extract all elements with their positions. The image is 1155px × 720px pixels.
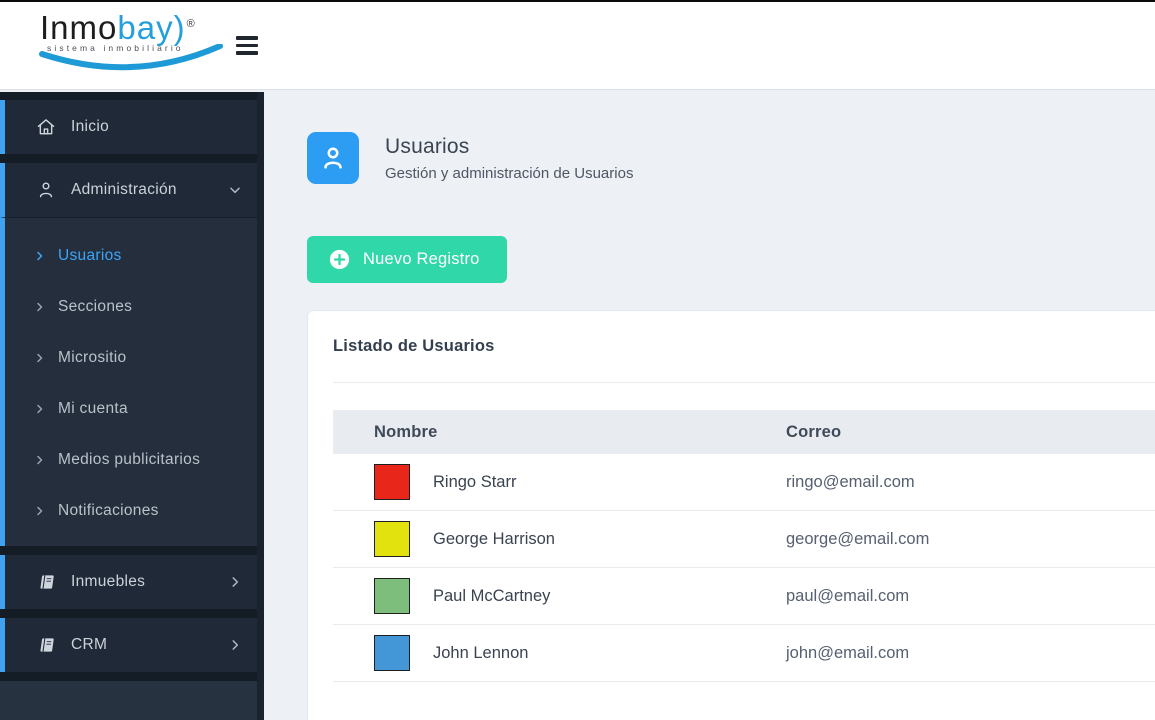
user-email: paul@email.com: [778, 567, 1155, 625]
sidebar-item-crm[interactable]: CRM: [5, 618, 264, 672]
registered-mark: ®: [186, 17, 196, 30]
chevron-right-icon: [37, 506, 43, 515]
sidebar-item-label: Medios publicitarios: [58, 450, 201, 468]
users-list-card: Listado de Usuarios Nombre Correo Ringo …: [307, 310, 1155, 720]
chevron-right-icon: [37, 251, 43, 260]
sidebar-item-label: CRM: [71, 636, 108, 653]
sidebar-block-administracion: Administración: [0, 163, 264, 217]
sidebar-item-label: Inmuebles: [71, 573, 146, 590]
sidebar-menu: Inicio Administración Usuarios Secciones…: [0, 92, 264, 681]
chevron-right-icon: [232, 577, 239, 587]
users-table: Nombre Correo Ringo Starr ringo@email.co…: [333, 410, 1155, 682]
sidebar-item-inicio[interactable]: Inicio: [5, 100, 264, 154]
page-header: Usuarios Gestión y administración de Usu…: [307, 132, 1155, 184]
sidebar-item-label: Secciones: [58, 297, 133, 315]
sidebar: Inicio Administración Usuarios Secciones…: [0, 92, 264, 720]
sidebar-block-crm: CRM: [0, 618, 264, 672]
book-icon: [40, 638, 54, 652]
user-email: george@email.com: [778, 510, 1155, 568]
user-name: Ringo Starr: [433, 472, 517, 491]
card-title: Listado de Usuarios: [333, 337, 495, 355]
sidebar-item-label: Usuarios: [58, 246, 122, 264]
chevron-right-icon: [232, 640, 239, 650]
logo[interactable]: Inmobay)® sistema inmobiliario: [39, 8, 230, 82]
user-name: Paul McCartney: [433, 586, 551, 605]
sidebar-item-micrositio[interactable]: Micrositio: [5, 332, 264, 383]
user-email: ringo@email.com: [778, 454, 1155, 511]
sidebar-item-inmuebles[interactable]: Inmuebles: [5, 555, 264, 609]
topbar: Inmobay)® sistema inmobiliario: [0, 2, 1155, 90]
logo-wordmark: Inmobay)®: [40, 8, 196, 46]
chevron-right-icon: [37, 302, 43, 311]
sidebar-item-mi-cuenta[interactable]: Mi cuenta: [5, 383, 264, 434]
sidebar-block-inicio: Inicio: [0, 100, 264, 154]
sidebar-block-inmuebles: Inmuebles: [0, 555, 264, 609]
page-title: Usuarios: [385, 134, 470, 158]
chevron-right-icon: [37, 353, 43, 362]
menu-icon[interactable]: [236, 32, 260, 59]
sidebar-item-label: Administración: [71, 181, 177, 198]
logo-swoosh-icon: [39, 43, 223, 70]
user-name: John Lennon: [433, 643, 529, 662]
table-row[interactable]: Paul McCartney paul@email.com: [333, 567, 1155, 625]
sidebar-item-medios-publicitarios[interactable]: Medios publicitarios: [5, 434, 264, 485]
user-color-swatch: [374, 578, 410, 614]
sidebar-item-notificaciones[interactable]: Notificaciones: [5, 485, 264, 536]
chevron-right-icon: [37, 455, 43, 464]
user-color-swatch: [374, 521, 410, 557]
sidebar-item-label: Inicio: [71, 118, 109, 135]
sidebar-item-usuarios[interactable]: Usuarios: [5, 230, 264, 281]
table-row[interactable]: George Harrison george@email.com: [333, 510, 1155, 568]
users-page-icon: [307, 132, 359, 184]
table-row[interactable]: Ringo Starr ringo@email.com: [333, 454, 1155, 511]
user-color-swatch: [374, 635, 410, 671]
page-subtitle: Gestión y administración de Usuarios: [385, 164, 634, 182]
sidebar-item-secciones[interactable]: Secciones: [5, 281, 264, 332]
user-name: George Harrison: [433, 529, 555, 548]
sidebar-item-label: Notificaciones: [58, 501, 159, 519]
book-icon: [40, 575, 54, 589]
column-header-correo: Correo: [778, 410, 1155, 454]
user-email: john@email.com: [778, 624, 1155, 682]
chevron-right-icon: [37, 404, 43, 413]
main-content: Usuarios Gestión y administración de Usu…: [264, 92, 1155, 720]
sidebar-item-label: Micrositio: [58, 348, 127, 366]
table-header-row: Nombre Correo: [333, 410, 1155, 454]
sidebar-submenu: Usuarios Secciones Micrositio Mi cuenta …: [0, 217, 264, 546]
chevron-down-icon: [230, 187, 240, 194]
table-row[interactable]: John Lennon john@email.com: [333, 624, 1155, 682]
user-color-swatch: [374, 464, 410, 500]
user-icon: [324, 147, 342, 169]
sidebar-item-administracion[interactable]: Administración: [5, 163, 264, 217]
sidebar-filler: [0, 681, 264, 720]
sidebar-item-label: Mi cuenta: [58, 399, 128, 417]
plus-circle-icon: [329, 249, 350, 270]
new-record-button-label: Nuevo Registro: [363, 250, 480, 268]
card-divider: [333, 382, 1155, 383]
home-icon: [37, 119, 55, 135]
column-header-nombre: Nombre: [333, 410, 778, 454]
person-icon: [39, 182, 53, 198]
new-record-button[interactable]: Nuevo Registro: [307, 236, 507, 283]
